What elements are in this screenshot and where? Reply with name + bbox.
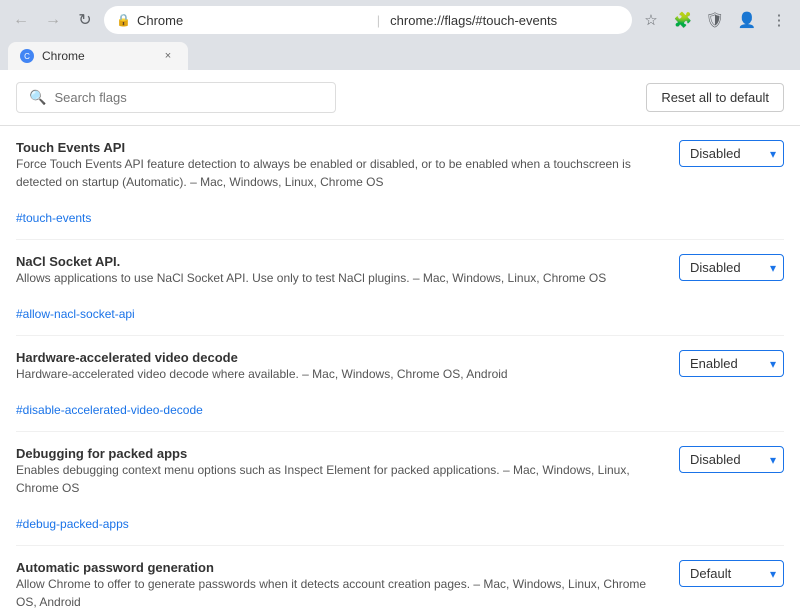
flag-control[interactable]: DefaultEnabledDisabled	[679, 254, 784, 281]
flag-item: Debugging for packed apps Enables debugg…	[16, 432, 784, 546]
address-bar[interactable]: 🔒 Chrome | chrome://flags/#touch-events	[104, 6, 632, 34]
flag-item: NaCl Socket API. Allows applications to …	[16, 240, 784, 336]
flag-name: Hardware-accelerated video decode	[16, 350, 238, 365]
select-wrapper[interactable]: DefaultEnabledDisabled	[679, 140, 784, 167]
flag-control[interactable]: DefaultEnabledDisabled	[679, 446, 784, 473]
select-wrapper[interactable]: DefaultEnabledDisabled	[679, 254, 784, 281]
menu-button[interactable]: ⋮	[766, 7, 792, 33]
shield-icon: 🛡	[705, 11, 724, 29]
flag-name: Touch Events API	[16, 140, 125, 155]
brand-text: Chrome	[137, 13, 367, 28]
search-icon: 🔍	[29, 89, 46, 106]
flag-link[interactable]: #disable-accelerated-video-decode	[16, 403, 203, 417]
flag-item: Touch Events API Force Touch Events API …	[16, 126, 784, 240]
flag-select[interactable]: DefaultEnabledDisabled	[679, 560, 784, 587]
flag-select[interactable]: DefaultEnabledDisabled	[679, 254, 784, 281]
select-wrapper[interactable]: DefaultEnabledDisabled	[679, 350, 784, 377]
flag-info: NaCl Socket API. Allows applications to …	[16, 254, 659, 321]
flags-header: 🔍 Reset all to default	[0, 70, 800, 126]
tab-favicon: C	[20, 49, 34, 63]
flag-name: Debugging for packed apps	[16, 446, 187, 461]
flag-info: Hardware-accelerated video decode Hardwa…	[16, 350, 659, 417]
address-separator: |	[377, 13, 380, 28]
reset-all-button[interactable]: Reset all to default	[646, 83, 784, 112]
flag-link[interactable]: #allow-nacl-socket-api	[16, 307, 135, 321]
reload-icon: ↻	[78, 10, 91, 30]
flag-info: Automatic password generation Allow Chro…	[16, 560, 659, 611]
flag-description: Allows applications to use NaCl Socket A…	[16, 269, 659, 287]
flag-name: Automatic password generation	[16, 560, 214, 575]
flag-select[interactable]: DefaultEnabledDisabled	[679, 140, 784, 167]
tab-bar: C Chrome ×	[8, 40, 792, 70]
shield-button[interactable]: 🛡	[702, 7, 728, 33]
flags-container: 🔍 Reset all to default Touch Events API …	[0, 70, 800, 611]
forward-icon: →	[45, 11, 61, 29]
flag-select[interactable]: DefaultEnabledDisabled	[679, 350, 784, 377]
flag-info: Touch Events API Force Touch Events API …	[16, 140, 659, 225]
select-wrapper[interactable]: DefaultEnabledDisabled	[679, 560, 784, 587]
select-wrapper[interactable]: DefaultEnabledDisabled	[679, 446, 784, 473]
flag-item: Automatic password generation Allow Chro…	[16, 546, 784, 611]
extensions-button[interactable]: 🧩	[670, 7, 696, 33]
star-button[interactable]: ☆	[638, 7, 664, 33]
tab-title: Chrome	[42, 49, 152, 63]
tab-close-button[interactable]: ×	[160, 48, 176, 64]
active-tab[interactable]: C Chrome ×	[8, 42, 188, 70]
flag-description: Force Touch Events API feature detection…	[16, 155, 659, 191]
star-icon: ☆	[644, 11, 657, 29]
url-text: chrome://flags/#touch-events	[390, 13, 620, 28]
extensions-icon: 🧩	[674, 11, 693, 29]
search-box[interactable]: 🔍	[16, 82, 336, 113]
flag-name: NaCl Socket API.	[16, 254, 120, 269]
browser-chrome: ← → ↻ 🔒 Chrome | chrome://flags/#touch-e…	[0, 0, 800, 70]
back-button[interactable]: ←	[8, 7, 34, 33]
flag-link[interactable]: #debug-packed-apps	[16, 517, 129, 531]
flag-control[interactable]: DefaultEnabledDisabled	[679, 560, 784, 587]
profile-icon: 👤	[738, 11, 757, 29]
reload-button[interactable]: ↻	[72, 7, 98, 33]
flag-control[interactable]: DefaultEnabledDisabled	[679, 350, 784, 377]
flag-item: Hardware-accelerated video decode Hardwa…	[16, 336, 784, 432]
menu-icon: ⋮	[772, 11, 787, 29]
profile-button[interactable]: 👤	[734, 7, 760, 33]
lock-icon: 🔒	[116, 13, 131, 27]
flags-list: Touch Events API Force Touch Events API …	[0, 126, 800, 611]
search-input[interactable]	[54, 90, 323, 105]
flag-description: Enables debugging context menu options s…	[16, 461, 659, 497]
browser-toolbar: ← → ↻ 🔒 Chrome | chrome://flags/#touch-e…	[8, 6, 792, 34]
flag-description: Hardware-accelerated video decode where …	[16, 365, 659, 383]
flag-description: Allow Chrome to offer to generate passwo…	[16, 575, 659, 611]
flag-select[interactable]: DefaultEnabledDisabled	[679, 446, 784, 473]
flag-link[interactable]: #touch-events	[16, 211, 91, 225]
flag-control[interactable]: DefaultEnabledDisabled	[679, 140, 784, 167]
flag-info: Debugging for packed apps Enables debugg…	[16, 446, 659, 531]
back-icon: ←	[13, 11, 29, 29]
forward-button[interactable]: →	[40, 7, 66, 33]
